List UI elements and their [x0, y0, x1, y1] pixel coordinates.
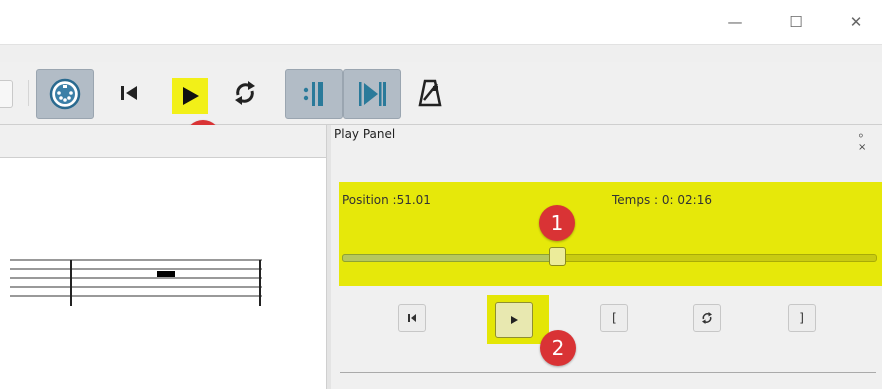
repeat-bar-icon — [303, 82, 323, 106]
loop-button[interactable] — [227, 69, 263, 117]
toolbar-separator — [28, 80, 29, 106]
panel-bottom-divider — [340, 372, 876, 373]
metronome-button[interactable] — [412, 69, 448, 117]
position-slider-fill — [342, 254, 559, 262]
panel-loop-button[interactable] — [693, 304, 721, 332]
whole-rest — [157, 271, 175, 277]
panel-float-close-icons[interactable]: ⸰ × — [858, 128, 882, 153]
toolbar-play-button[interactable] — [172, 78, 208, 114]
play-icon — [183, 87, 199, 105]
maximize-button[interactable]: ☐ — [786, 12, 806, 32]
step-badge-1: 1 — [539, 205, 575, 241]
skip-to-start-icon — [408, 314, 416, 322]
position-slider-handle[interactable] — [549, 247, 566, 266]
close-button[interactable]: ✕ — [846, 12, 866, 32]
music-staff — [10, 259, 262, 306]
skip-to-start-icon — [121, 86, 137, 100]
panel-loop-end-button[interactable]: ] — [788, 304, 816, 332]
rewind-to-start-button[interactable] — [114, 69, 144, 117]
position-label: Position :51.01 — [342, 193, 431, 207]
panel-play-button[interactable] — [495, 302, 533, 338]
metronome-icon — [418, 79, 442, 107]
midi-connector-icon — [49, 78, 81, 110]
menu-strip — [0, 44, 882, 63]
title-bar — [0, 0, 882, 44]
play-panel-title: Play Panel — [334, 127, 396, 141]
time-label: Temps : 0: 02:16 — [612, 193, 712, 207]
repeat-section-button[interactable] — [285, 69, 343, 119]
midi-device-button[interactable] — [36, 69, 94, 119]
toolbar-input-edge[interactable] — [0, 80, 13, 108]
loop-icon — [702, 312, 712, 324]
play-to-end-button[interactable] — [343, 69, 401, 119]
play-bar-end-icon — [359, 82, 386, 106]
panel-rewind-button[interactable] — [398, 304, 426, 332]
panel-loop-start-button[interactable]: [ — [600, 304, 628, 332]
score-pane-header — [0, 125, 326, 158]
play-icon — [511, 316, 518, 324]
step-badge-2: 2 — [540, 330, 576, 366]
minimize-button[interactable]: — — [725, 12, 745, 32]
loop-icon — [235, 81, 255, 105]
